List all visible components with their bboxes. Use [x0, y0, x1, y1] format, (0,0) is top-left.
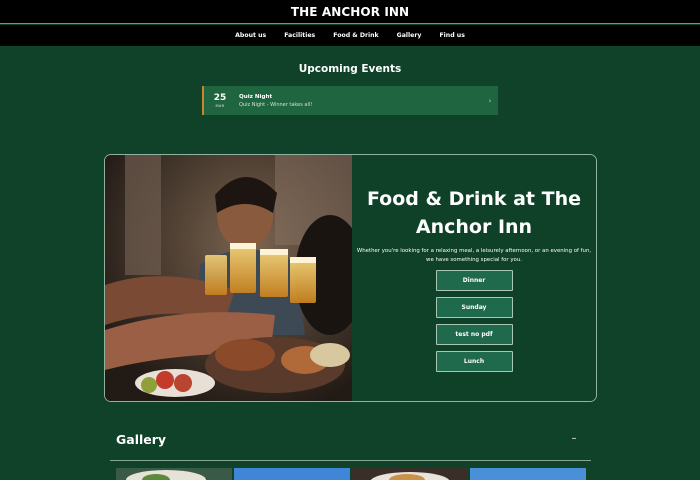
feature-body: Food & Drink at The Anchor Inn Whether y… — [352, 155, 596, 401]
nav-item-about-us[interactable]: About us — [226, 32, 275, 39]
feature-title: Food & Drink at The Anchor Inn — [366, 188, 582, 238]
menu-list: Dinner Sunday test no pdf Lunch — [435, 270, 513, 372]
nav-item-facilities[interactable]: Facilities — [275, 32, 324, 39]
event-subtitle: Quiz Night - Winner takes all! — [239, 101, 313, 108]
friends-toasting-beers-photo — [105, 155, 352, 401]
photo-illustration — [105, 155, 352, 401]
gallery-thumb-sky[interactable] — [234, 467, 350, 480]
gallery-divider — [110, 460, 591, 461]
upcoming-events-heading: Upcoming Events — [298, 63, 402, 75]
gallery-heading: Gallery — [116, 432, 167, 447]
event-day: 25 — [213, 92, 227, 103]
menu-button-test-no-pdf[interactable]: test no pdf — [435, 324, 513, 345]
site-title[interactable]: THE ANCHOR INN — [291, 5, 409, 19]
main-nav: About us Facilities Food & Drink Gallery… — [0, 25, 700, 46]
nav-item-food-drink[interactable]: Food & Drink — [324, 32, 387, 39]
nav-item-gallery[interactable]: Gallery — [388, 32, 431, 39]
event-date: 25 MAR — [204, 93, 236, 109]
gallery-image — [116, 468, 232, 480]
menu-button-sunday[interactable]: Sunday — [435, 297, 513, 318]
gallery-image — [234, 468, 350, 480]
event-text: Quiz Night Quiz Night - Winner takes all… — [236, 93, 482, 109]
menu-button-lunch[interactable]: Lunch — [435, 351, 513, 372]
chevron-right-icon[interactable]: › — [482, 97, 498, 105]
gallery-thumb-dish[interactable] — [352, 467, 468, 480]
event-card-quiz-night[interactable]: 25 MAR Quiz Night Quiz Night - Winner ta… — [202, 86, 498, 115]
gallery-thumb-blue[interactable] — [470, 467, 586, 480]
minus-icon[interactable]: – — [568, 432, 580, 444]
gallery-image — [352, 468, 468, 480]
event-month: MAR — [215, 103, 225, 108]
nav-item-find-us[interactable]: Find us — [430, 32, 473, 39]
menu-button-dinner[interactable]: Dinner — [435, 270, 513, 291]
feature-description: Whether you're looking for a relaxing me… — [356, 248, 592, 263]
gallery-thumb-food[interactable] — [116, 467, 232, 480]
food-drink-feature-card: Food & Drink at The Anchor Inn Whether y… — [104, 154, 597, 402]
gallery-image — [470, 468, 586, 480]
event-title: Quiz Night — [239, 93, 273, 100]
site-header: THE ANCHOR INN — [0, 0, 700, 24]
